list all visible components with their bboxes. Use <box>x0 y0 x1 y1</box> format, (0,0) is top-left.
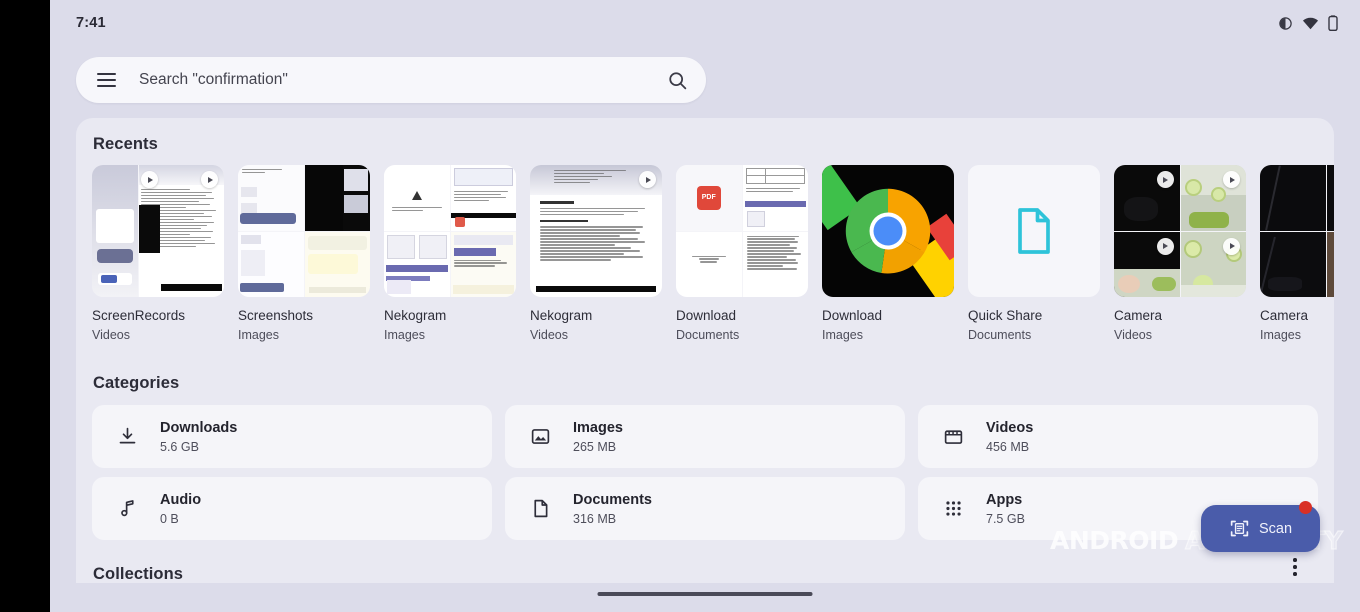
thumbnail-download-documents[interactable]: PDF <box>676 165 808 297</box>
category-name: Audio <box>160 491 202 508</box>
recent-type: Images <box>822 328 863 342</box>
gesture-nav-pill[interactable] <box>597 591 813 596</box>
music-note-icon <box>114 498 140 519</box>
category-card-images[interactable]: Images 265 MB <box>505 405 905 468</box>
document-icon <box>527 498 553 519</box>
recent-type: Images <box>384 328 425 342</box>
battery-icon <box>1328 15 1338 31</box>
recent-type: Documents <box>968 328 1032 342</box>
category-card-audio[interactable]: Audio 0 B <box>92 477 492 540</box>
android-files-app: 7:41 Search "confirmation" Recents Scree… <box>50 0 1360 612</box>
play-badge <box>141 171 158 188</box>
play-badge <box>201 171 218 188</box>
collections-section-title: Collections <box>93 565 184 583</box>
category-card-documents[interactable]: Documents 316 MB <box>505 477 905 540</box>
recent-type: Videos <box>92 328 130 342</box>
wifi-icon <box>1302 17 1319 30</box>
recent-item-download-images[interactable]: Download Images <box>822 165 954 342</box>
recent-label: Download <box>676 308 737 323</box>
category-size: 316 MB <box>573 511 617 526</box>
recent-item-screenshots[interactable]: Screenshots Images <box>238 165 370 342</box>
recent-label: Nekogram <box>384 308 447 323</box>
category-size: 456 MB <box>986 439 1030 454</box>
scan-label: Scan <box>1258 520 1293 537</box>
play-badge <box>1156 237 1174 255</box>
recent-label: Camera <box>1260 308 1309 323</box>
recent-label: Quick Share <box>968 308 1043 323</box>
search-bar[interactable]: Search "confirmation" <box>76 57 706 103</box>
category-name: Documents <box>573 491 652 508</box>
screenshot-root: 7:41 Search "confirmation" Recents Scree… <box>0 0 1360 612</box>
category-name: Images <box>573 419 623 436</box>
thumbnail-camera-videos[interactable] <box>1114 165 1246 297</box>
recent-label: ScreenRecords <box>92 308 186 323</box>
pdf-icon: PDF <box>696 185 721 210</box>
thumbnail-quickshare[interactable] <box>968 165 1100 297</box>
device-bezel-left <box>0 0 50 612</box>
categories-section-title: Categories <box>93 374 180 392</box>
play-badge <box>1223 237 1240 255</box>
recent-item-camera-images[interactable]: Camera Images <box>1260 165 1334 342</box>
recent-item-nekogram-images[interactable]: Nekogram Images <box>384 165 516 342</box>
recent-type: Images <box>238 328 279 342</box>
thumbnail-screenrecords[interactable] <box>92 165 224 297</box>
category-size: 0 B <box>160 511 179 526</box>
recent-label: Nekogram <box>530 308 593 323</box>
recent-item-nekogram-videos[interactable]: Nekogram Videos <box>530 165 662 342</box>
search-input[interactable]: Search "confirmation" <box>139 71 667 89</box>
document-icon <box>1018 208 1050 254</box>
thumbnail-chrome-logo[interactable] <box>822 165 954 297</box>
recent-item-camera-videos[interactable]: Camera Videos <box>1114 165 1246 342</box>
recent-label: Camera <box>1114 308 1163 323</box>
category-name: Downloads <box>160 419 238 436</box>
recent-type: Videos <box>530 328 568 342</box>
category-size: 5.6 GB <box>160 439 199 454</box>
recent-type: Documents <box>676 328 740 342</box>
status-bar-icons <box>1278 15 1338 31</box>
contrast-icon <box>1279 16 1292 30</box>
more-vertical-icon[interactable] <box>1293 558 1297 576</box>
download-icon <box>114 426 140 447</box>
status-bar-clock: 7:41 <box>76 15 106 31</box>
recent-type: Images <box>1260 328 1301 342</box>
hamburger-menu-icon[interactable] <box>97 73 116 87</box>
recent-label: Screenshots <box>238 308 314 323</box>
recent-label: Download <box>822 308 883 323</box>
category-size: 265 MB <box>573 439 617 454</box>
thumbnail-nekogram-images[interactable] <box>384 165 516 297</box>
recent-item-screenrecords[interactable]: ScreenRecords Videos <box>92 165 224 342</box>
apps-grid-icon <box>940 499 966 518</box>
notification-dot-badge <box>1299 501 1312 514</box>
category-name: Videos <box>986 419 1034 436</box>
recents-section-title: Recents <box>93 135 158 153</box>
recents-row[interactable]: ScreenRecords Videos Screenshots Images … <box>92 165 1334 342</box>
document-scan-icon <box>1230 520 1249 537</box>
recent-item-download-documents[interactable]: PDF Download Documents <box>676 165 808 342</box>
category-size: 7.5 GB <box>986 511 1025 526</box>
categories-grid: Downloads 5.6 GB Images 265 MB Videos 45… <box>92 405 1318 540</box>
recent-item-quickshare[interactable]: Quick Share Documents <box>968 165 1100 342</box>
content-scroll-panel[interactable]: Recents ScreenRecords Videos Screenshots… <box>76 118 1334 583</box>
image-icon <box>527 426 553 447</box>
scan-fab-button[interactable]: Scan <box>1201 501 1320 552</box>
thumbnail-camera-images[interactable] <box>1260 165 1334 297</box>
chrome-logo-icon <box>845 188 931 274</box>
video-clapper-icon <box>940 426 966 447</box>
play-badge <box>1223 171 1240 188</box>
thumbnail-nekogram-videos[interactable] <box>530 165 662 297</box>
category-card-videos[interactable]: Videos 456 MB <box>918 405 1318 468</box>
play-badge <box>639 171 656 188</box>
category-name: Apps <box>986 491 1023 508</box>
search-icon[interactable] <box>667 70 688 91</box>
recent-type: Videos <box>1114 328 1152 342</box>
thumbnail-screenshots[interactable] <box>238 165 370 297</box>
status-bar: 7:41 <box>50 0 1360 46</box>
play-badge <box>1156 171 1174 188</box>
category-card-downloads[interactable]: Downloads 5.6 GB <box>92 405 492 468</box>
